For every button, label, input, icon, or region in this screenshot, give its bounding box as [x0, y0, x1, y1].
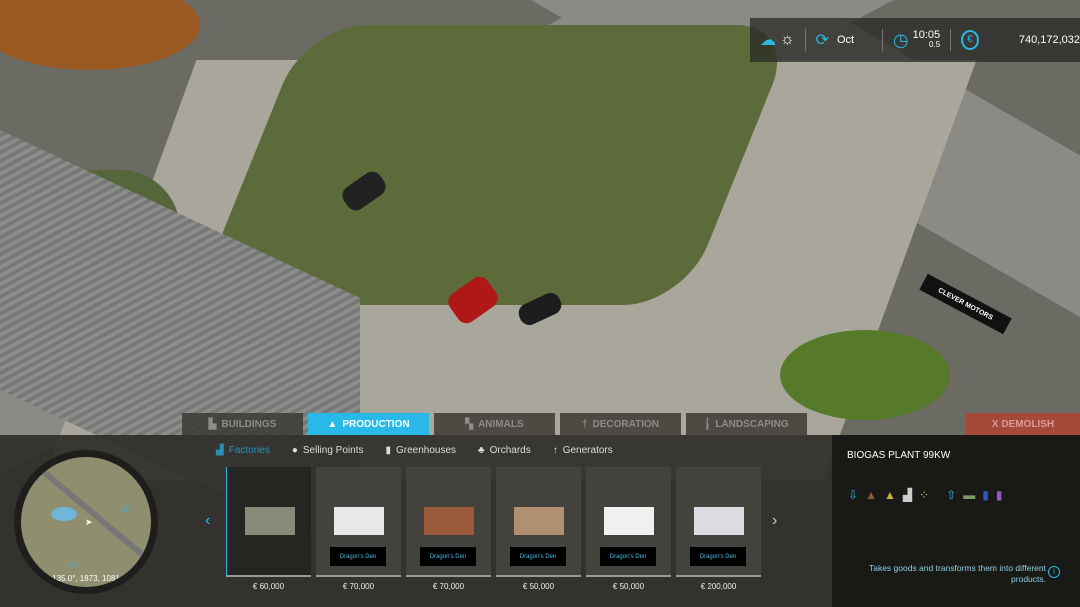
subtab-label: Generators [562, 445, 613, 456]
time-scale[interactable]: 0.5 [913, 40, 940, 50]
subtab-label: Greenhouses [395, 445, 457, 456]
subtab-selling-points[interactable]: ● Selling Points [292, 445, 364, 456]
subtab-greenhouses[interactable]: ▮ Greenhouses [385, 445, 456, 456]
item-card[interactable]: Dragon's Den [406, 467, 491, 577]
money: 740,172,032 [1018, 34, 1080, 46]
item-price: € 50,000 [612, 582, 645, 591]
shovel-icon: ╽ [704, 418, 711, 430]
item-card[interactable]: Dragon's Den [676, 467, 761, 577]
minimap[interactable]: 55 34 ➤ 135.0°, 1873, 1081 [14, 450, 158, 594]
methane-icon: ▮ [982, 488, 989, 502]
brand-logo: Dragon's Den [690, 547, 746, 566]
item-price: € 50,000 [522, 582, 555, 591]
euro-icon: € [961, 30, 979, 50]
brand-logo: Dragon's Den [510, 547, 566, 566]
tab-label: BUILDINGS [221, 418, 277, 430]
clock-icon: ◷ [892, 29, 909, 50]
tree [780, 330, 950, 420]
tab-label: DECORATION [592, 418, 660, 430]
tab-buildings[interactable]: ▙ BUILDINGS [182, 413, 303, 435]
tab-landscaping[interactable]: ╽ LANDSCAPING [686, 413, 807, 435]
subtab-orchards[interactable]: ♣ Orchards [478, 445, 531, 456]
player-arrow-icon: ➤ [85, 517, 93, 527]
subtab-generators[interactable]: ↑ Generators [553, 445, 613, 456]
building-thumbnail [245, 507, 295, 535]
tab-label: PRODUCTION [342, 418, 410, 430]
season-icon: ⟳ [815, 32, 829, 49]
item-price: € 60,000 [252, 582, 285, 591]
factory-icon: ▲ [327, 418, 338, 430]
output-icon: ⇧ [946, 488, 957, 502]
greenhouse-icon: ▮ [385, 445, 391, 456]
brand-logo: Dragon's Den [600, 547, 656, 566]
tree-icon: ♣ [478, 445, 485, 456]
item-price: € 200,000 [700, 582, 737, 591]
electricity-icon: ▮ [995, 488, 1003, 502]
digestate-icon: ▬ [963, 488, 976, 502]
fill-types: ⇩ ▲ ▲ ▟ ⁘ ⇧ ▬ ▮ ▮ [848, 488, 1002, 502]
time: 10:05 [912, 29, 941, 41]
potatoes-icon: ⁘ [919, 488, 930, 502]
map-pond [51, 507, 77, 521]
silage-icon: ▟ [902, 488, 913, 502]
month: Oct [836, 34, 855, 46]
subtab-factories[interactable]: ▟ Factories [216, 445, 270, 456]
cloud-icon: ☁ [760, 32, 776, 49]
slurry-icon: ▲ [883, 488, 896, 502]
building-icon: ▙ [208, 418, 217, 430]
tab-animals[interactable]: ▚ ANIMALS [434, 413, 555, 435]
subcategory-tabs: ▟ Factories ● Selling Points ▮ Greenhouses … [216, 445, 613, 456]
map-field-label: 55 [121, 507, 129, 514]
statue-icon: † [581, 418, 588, 430]
building-thumbnail [514, 507, 564, 535]
item-card[interactable]: Dragon's Den [316, 467, 401, 577]
item-price: € 70,000 [342, 582, 375, 591]
item-title: BIOGAS PLANT 99KW [847, 450, 951, 461]
coin-icon: ● [291, 445, 298, 456]
item-card[interactable]: Dragon's Den [496, 467, 581, 577]
tab-decoration[interactable]: † DECORATION [560, 413, 681, 435]
subtab-label: Orchards [489, 445, 531, 456]
tab-production[interactable]: ▲ PRODUCTION [308, 413, 429, 435]
wind-turbine-icon: ↑ [552, 445, 558, 456]
subtab-label: Factories [228, 445, 270, 456]
item-card[interactable]: Dragon's Den [586, 467, 671, 577]
next-arrow-icon[interactable]: › [772, 512, 777, 530]
building-thumbnail [424, 507, 474, 535]
item-card[interactable] [226, 467, 311, 577]
tab-label: ANIMALS [478, 418, 524, 430]
demolish-button[interactable]: X DEMOLISH [966, 413, 1080, 435]
prev-arrow-icon[interactable]: ‹ [205, 512, 210, 530]
cow-icon: ▚ [465, 418, 474, 430]
building-thumbnail [694, 507, 744, 535]
tree [0, 0, 200, 70]
tab-label: LANDSCAPING [715, 418, 789, 430]
building-thumbnail [604, 507, 654, 535]
brand-logo: Dragon's Den [330, 547, 386, 566]
item-description: Takes goods and transforms them into dif… [868, 563, 1046, 584]
map-field-label: 34 [69, 562, 77, 569]
brand-logo: Dragon's Den [420, 547, 476, 566]
top-hud: ☁ ☼ ⟳ Oct ◷ 10:05 0.5 € 740,172,032 [750, 18, 1080, 62]
info-icon[interactable]: i [1048, 566, 1060, 578]
manure-icon: ▲ [865, 488, 877, 502]
map-coordinates: 135.0°, 1873, 1081 [52, 574, 120, 583]
category-tabs: ▙ BUILDINGS ▲ PRODUCTION ▚ ANIMALS † DECORAT… [182, 413, 807, 435]
input-icon: ⇩ [848, 488, 859, 502]
sun-icon: ☼ [780, 31, 795, 48]
dealer-sign: CLEVER MOTORS [919, 273, 1012, 335]
building-thumbnail [334, 507, 384, 535]
item-price: € 70,000 [432, 582, 465, 591]
subtab-label: Selling Points [302, 445, 364, 456]
factory-icon: ▟ [216, 445, 224, 456]
